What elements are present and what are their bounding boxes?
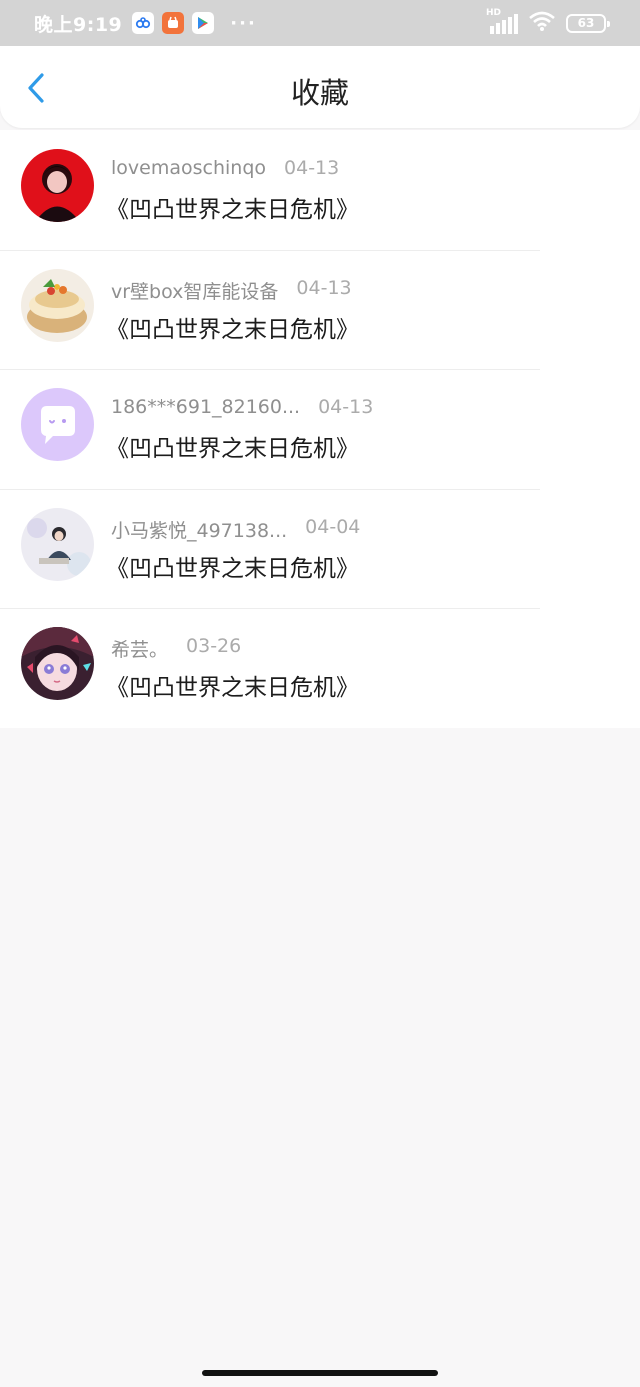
item-meta: 希芸。 03-26 [111,635,241,662]
username[interactable]: 186***691_82160... [111,396,300,418]
battery-icon: 63 [566,13,610,33]
item-meta: vr壁box智库能设备 04-13 [111,277,352,304]
status-bar-left: 晚上9:19 ··· [34,10,257,37]
home-indicator[interactable] [202,1370,438,1376]
avatar[interactable] [21,507,94,581]
list-item[interactable]: lovemaoschinqo 04-13 《凹凸世界之末日危机》 [0,130,640,250]
date: 04-13 [284,157,340,179]
anime-girl-avatar-icon [21,627,94,700]
avatar[interactable] [21,388,94,461]
avatar[interactable] [21,149,94,222]
work-title[interactable]: 《凹凸世界之末日危机》 [106,429,359,463]
work-title[interactable]: 《凹凸世界之末日危机》 [106,310,359,344]
username[interactable]: vr壁box智库能设备 [111,277,278,304]
date: 04-13 [296,276,352,299]
username[interactable]: 希芸。 [111,635,168,662]
username[interactable]: 小马紫悦_497138... [111,516,287,543]
play-store-icon [192,12,215,34]
list-item[interactable]: 小马紫悦_497138... 04-04 《凹凸世界之末日危机》 [0,488,640,608]
item-meta: lovemaoschinqo 04-13 [111,157,339,179]
status-bar: 晚上9:19 ··· HD 63 [0,0,640,46]
page-title: 收藏 [290,76,349,110]
favorites-list: lovemaoschinqo 04-13 《凹凸世界之末日危机》 vr壁box智… [0,130,640,728]
item-meta: 186***691_82160... 04-13 [111,396,373,418]
girl-photo-avatar-icon [21,507,94,581]
status-bar-right: HD 63 [486,8,610,36]
cake-avatar-icon [21,268,94,342]
list-item[interactable]: 186***691_82160... 04-13 《凹凸世界之末日危机》 [0,369,640,489]
avatar[interactable] [21,627,94,700]
work-title[interactable]: 《凹凸世界之末日危机》 [106,549,359,583]
item-meta: 小马紫悦_497138... 04-04 [111,516,360,543]
signal-icon: HD [486,8,518,34]
avatar[interactable] [21,268,94,342]
header-bar: 收藏 [0,46,640,128]
list-item[interactable]: vr壁box智库能设备 04-13 《凹凸世界之末日危机》 [0,249,640,369]
status-time: 晚上9:19 [34,13,123,36]
date: 04-04 [305,515,361,538]
baidu-app-icon [132,12,155,34]
more-notifications-icon: ··· [230,12,257,34]
work-title[interactable]: 《凹凸世界之末日危机》 [106,668,359,702]
username[interactable]: lovemaoschinqo [111,157,266,179]
work-title[interactable]: 《凹凸世界之末日危机》 [106,190,359,224]
default-chat-avatar-icon [21,388,94,461]
date: 03-26 [186,635,242,657]
wifi-icon [528,10,556,36]
battery-level: 63 [577,16,595,30]
list-item[interactable]: 希芸。 03-26 《凹凸世界之末日危机》 [0,608,640,728]
taobao-app-icon [162,12,185,34]
network-type: HD [486,8,502,18]
date: 04-13 [318,396,374,418]
red-anime-boy-avatar-icon [21,149,94,222]
